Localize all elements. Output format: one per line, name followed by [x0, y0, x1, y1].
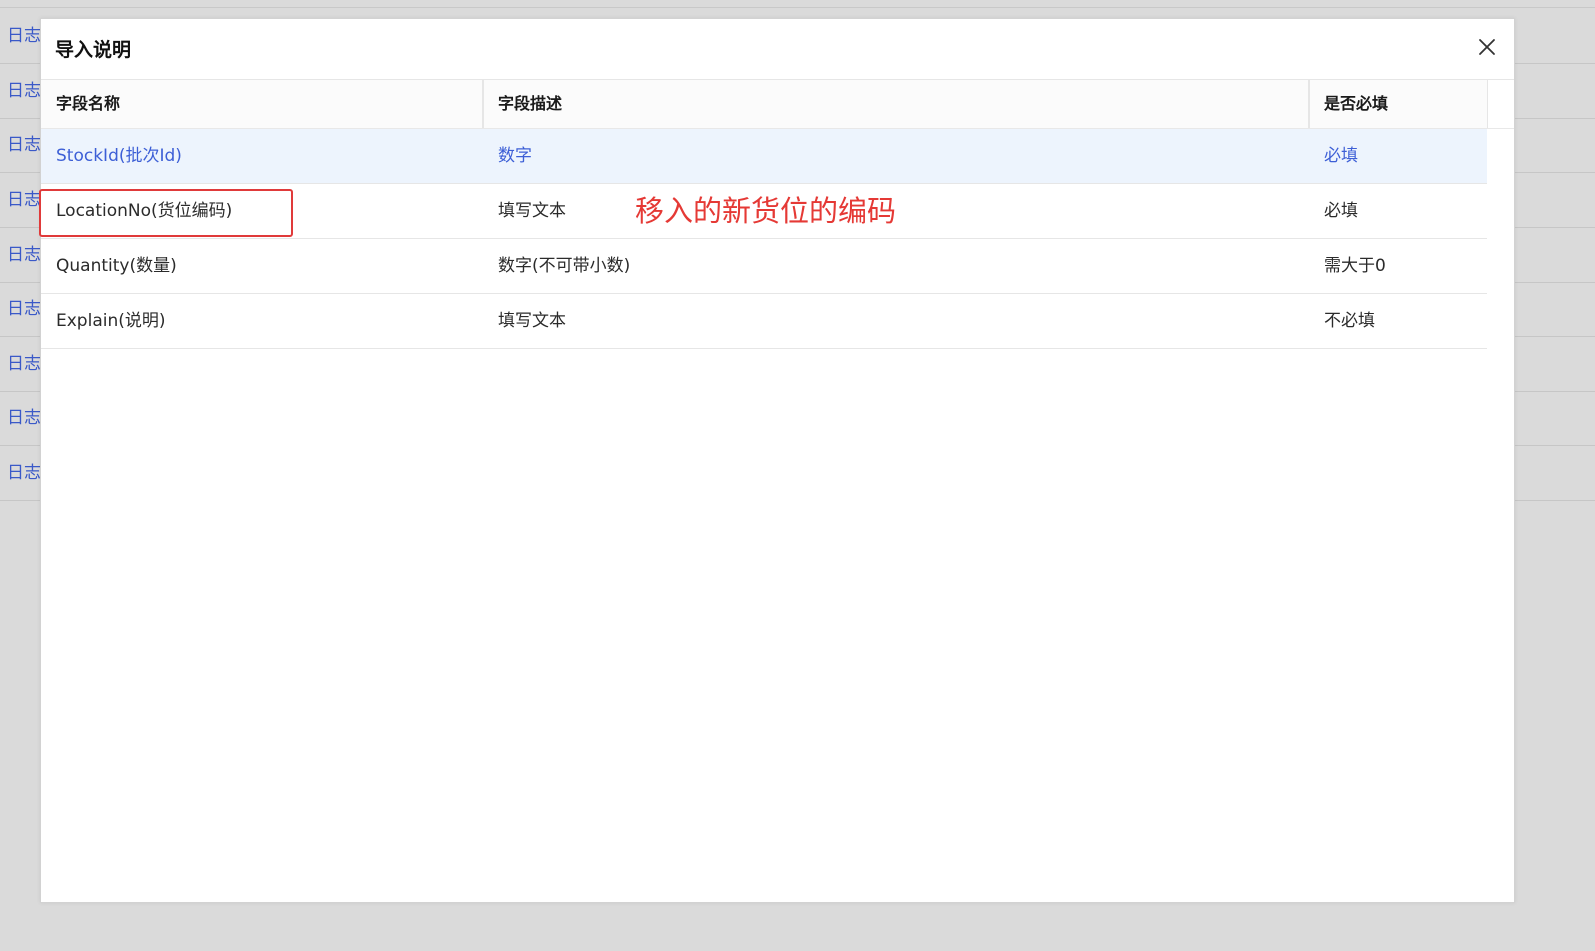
cell-field-name: StockId(批次Id): [56, 146, 182, 166]
cell-field-description: 数字: [498, 146, 532, 166]
cell-field-description: 数字(不可带小数): [498, 256, 631, 276]
table-header: 字段名称 字段描述 是否必填: [41, 80, 1514, 129]
background-log-link[interactable]: 日志: [7, 81, 41, 101]
background-log-link[interactable]: 日志: [7, 408, 41, 428]
table-row[interactable]: Quantity(数量) 数字(不可带小数) 需大于0: [41, 239, 1487, 294]
dialog-header: 导入说明: [41, 19, 1514, 80]
scrollbar-gutter: [1487, 80, 1514, 128]
background-log-link[interactable]: 日志: [7, 26, 41, 46]
header-required[interactable]: 是否必填: [1309, 80, 1487, 128]
dialog-title: 导入说明: [55, 39, 132, 61]
field-table: 字段名称 字段描述 是否必填 StockId(批次Id) 数字 必填 Locat…: [39, 80, 1514, 349]
cell-required: 必填: [1324, 201, 1358, 221]
background-log-link[interactable]: 日志: [7, 463, 41, 483]
annotation-note: 移入的新货位的编码: [635, 194, 897, 228]
close-icon: [1479, 39, 1495, 55]
cell-field-name: Explain(说明): [56, 311, 166, 331]
background-log-link[interactable]: 日志: [7, 354, 41, 374]
table-row[interactable]: LocationNo(货位编码) 填写文本 必填 移入的新货位的编码: [39, 184, 1487, 239]
table-row[interactable]: StockId(批次Id) 数字 必填: [41, 129, 1487, 184]
cell-required: 需大于0: [1324, 256, 1386, 276]
background-log-link[interactable]: 日志: [7, 190, 41, 210]
table-row[interactable]: Explain(说明) 填写文本 不必填: [41, 294, 1487, 349]
background-log-link[interactable]: 日志: [7, 245, 41, 265]
cell-required: 不必填: [1324, 311, 1375, 331]
close-button[interactable]: [1476, 36, 1498, 58]
annotation-highlight-box: [39, 189, 293, 237]
import-instructions-dialog: 导入说明 字段名称 字段描述 是否必填 StockId(批次Id) 数字 必填 …: [39, 18, 1515, 903]
header-field-description[interactable]: 字段描述: [483, 80, 1309, 128]
header-field-name[interactable]: 字段名称: [41, 80, 483, 128]
cell-required: 必填: [1324, 146, 1358, 166]
cell-field-name: Quantity(数量): [56, 256, 177, 276]
background-log-link[interactable]: 日志: [7, 299, 41, 319]
cell-field-description: 填写文本: [498, 311, 566, 331]
background-log-link[interactable]: 日志: [7, 135, 41, 155]
